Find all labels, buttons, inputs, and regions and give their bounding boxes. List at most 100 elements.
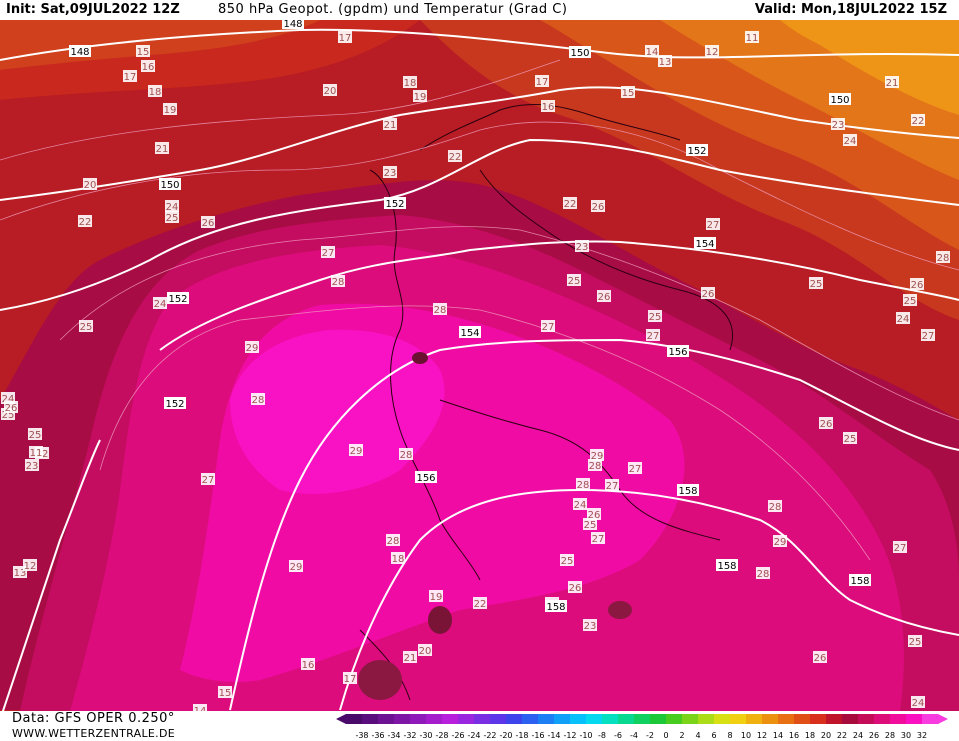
svg-text:158: 158: [546, 602, 565, 613]
svg-text:21: 21: [404, 653, 417, 664]
legend-tick-label: 24: [853, 731, 863, 740]
temperature-label: 23: [831, 118, 845, 131]
temperature-label: 27: [893, 541, 907, 554]
legend-tick-label: 20: [821, 731, 831, 740]
legend-swatch: [394, 714, 411, 724]
temperature-label: 25: [79, 320, 93, 333]
data-source-label: Data: GFS OPER 0.250°: [12, 711, 175, 726]
svg-text:25: 25: [810, 279, 823, 290]
svg-text:20: 20: [84, 180, 97, 191]
legend-tick-label: 28: [885, 731, 895, 740]
legend-swatch: [346, 714, 363, 724]
legend-swatch: [682, 714, 699, 724]
svg-text:28: 28: [434, 305, 447, 316]
legend-tick-label: -34: [387, 731, 400, 740]
svg-text:28: 28: [757, 569, 770, 580]
svg-text:28: 28: [937, 253, 950, 264]
svg-text:24: 24: [844, 136, 857, 147]
temperature-label: 19: [429, 590, 443, 603]
temperature-label: 21: [383, 118, 397, 131]
temperature-label: 12: [705, 45, 719, 58]
svg-text:156: 156: [416, 473, 435, 484]
terrain-spot: [358, 660, 402, 700]
geopotential-label: 158: [677, 484, 699, 497]
temperature-label: 26: [819, 417, 833, 430]
legend-swatch: [826, 714, 843, 724]
svg-text:22: 22: [564, 199, 577, 210]
svg-text:27: 27: [542, 322, 555, 333]
svg-text:22: 22: [449, 152, 462, 163]
svg-text:26: 26: [592, 202, 605, 213]
svg-text:19: 19: [164, 105, 177, 116]
temperature-label: 25: [809, 277, 823, 290]
geopotential-label: 152: [167, 292, 189, 305]
temperature-label: 19: [413, 90, 427, 103]
temperature-label: 11: [29, 446, 43, 459]
geopotential-label: 150: [569, 46, 591, 59]
temperature-label: 27: [591, 532, 605, 545]
temperature-label: 16: [301, 658, 315, 671]
temperature-label: 18: [391, 552, 405, 565]
svg-text:26: 26: [588, 510, 601, 521]
svg-text:21: 21: [384, 120, 397, 131]
legend-swatch: [714, 714, 731, 724]
legend-tick-label: 32: [917, 731, 927, 740]
legend-tick-label: -12: [563, 731, 576, 740]
legend-swatch: [410, 714, 427, 724]
legend-swatch: [442, 714, 459, 724]
temperature-label: 18: [403, 76, 417, 89]
temperature-label: 23: [383, 166, 397, 179]
legend-swatch: [666, 714, 683, 724]
temperature-label: 29: [289, 560, 303, 573]
svg-text:22: 22: [79, 217, 92, 228]
legend-swatch: [906, 714, 923, 724]
svg-text:18: 18: [149, 87, 162, 98]
legend-swatch: [570, 714, 587, 724]
geopotential-label: 152: [164, 397, 186, 410]
temperature-label: 28: [936, 251, 950, 264]
legend-tick-label: 22: [837, 731, 847, 740]
legend-tick-label: 2: [679, 731, 684, 740]
temperature-label: 15: [621, 86, 635, 99]
geopotential-label: 158: [716, 559, 738, 572]
legend-tick-label: -10: [579, 731, 592, 740]
svg-text:28: 28: [589, 461, 602, 472]
legend-swatch: [458, 714, 475, 724]
svg-text:23: 23: [576, 242, 589, 253]
temperature-label: 25: [560, 554, 574, 567]
legend-tick-label: -26: [451, 731, 464, 740]
svg-text:25: 25: [844, 434, 857, 445]
svg-text:25: 25: [166, 213, 179, 224]
legend-tick-label: 16: [789, 731, 799, 740]
temperature-label: 27: [628, 462, 642, 475]
legend-tick-label: -6: [614, 731, 622, 740]
temperature-label: 16: [541, 100, 555, 113]
temperature-label: 26: [587, 508, 601, 521]
legend-tick-label: -38: [355, 731, 368, 740]
temperature-label: 26: [597, 290, 611, 303]
legend-swatch: [602, 714, 619, 724]
legend-tick-label: -22: [483, 731, 496, 740]
temperature-label: 28: [576, 478, 590, 491]
legend-tick-label: -14: [547, 731, 560, 740]
svg-text:152: 152: [687, 146, 706, 157]
svg-text:18: 18: [404, 78, 417, 89]
temperature-label: 21: [403, 651, 417, 664]
legend-tick-label: 6: [711, 731, 716, 740]
temperature-label: 27: [605, 479, 619, 492]
svg-text:19: 19: [430, 592, 443, 603]
legend-tick-label: -8: [598, 731, 606, 740]
svg-text:29: 29: [350, 446, 363, 457]
svg-text:27: 27: [922, 331, 935, 342]
legend-swatch: [378, 714, 395, 724]
svg-text:26: 26: [569, 583, 582, 594]
svg-text:29: 29: [290, 562, 303, 573]
legend-swatch: [922, 714, 939, 724]
temperature-label: 27: [541, 320, 555, 333]
temperature-label: 17: [343, 672, 357, 685]
legend-swatch: [650, 714, 667, 724]
temperature-label: 28: [433, 303, 447, 316]
svg-text:28: 28: [400, 450, 413, 461]
svg-text:25: 25: [904, 296, 917, 307]
temperature-label: 27: [646, 329, 660, 342]
